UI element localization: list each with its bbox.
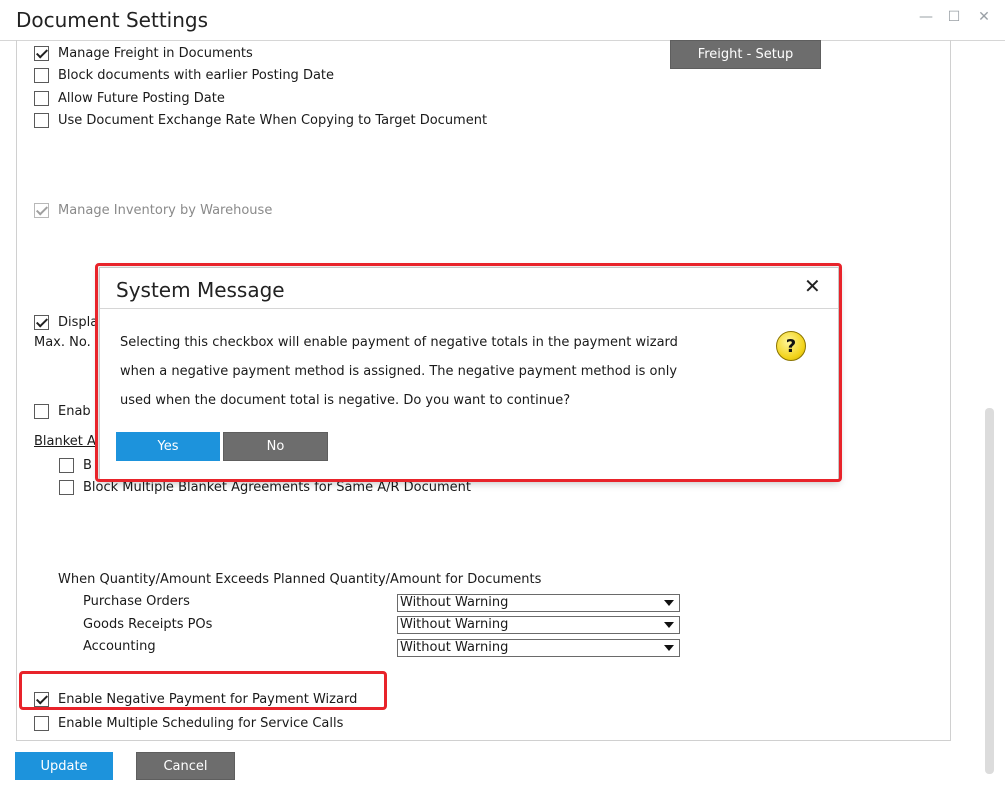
max-no-label: Max. No. (34, 335, 91, 350)
display-option[interactable]: Displa (34, 313, 98, 331)
system-message-dialog: System Message ✕ Selecting this checkbox… (99, 267, 839, 481)
block-multiple-blanket-checkbox[interactable] (59, 479, 74, 495)
manage-inventory-checkbox (34, 202, 49, 218)
use-doc-exchange-rate-checkbox[interactable] (34, 112, 49, 128)
enable-negative-payment-label: Enable Negative Payment for Payment Wiza… (58, 691, 358, 707)
purchase-orders-label: Purchase Orders (83, 594, 190, 609)
dialog-message: Selecting this checkbox will enable paym… (120, 328, 720, 415)
dialog-message-line: used when the document total is negative… (120, 393, 571, 408)
chevron-down-icon (664, 645, 674, 651)
blanket-agreement-heading: Blanket A (34, 434, 96, 449)
display-label: Displa (58, 314, 99, 330)
chevron-down-icon (664, 600, 674, 606)
vertical-scrollbar-thumb[interactable] (985, 408, 994, 774)
enable-label: Enab (58, 403, 91, 419)
allow-future-posting-option[interactable]: Allow Future Posting Date (34, 89, 225, 107)
enable-multiple-scheduling-option[interactable]: Enable Multiple Scheduling for Service C… (34, 714, 343, 732)
dialog-title: System Message (116, 278, 285, 302)
accounting-select-value: Without Warning (400, 640, 509, 655)
panel-border (950, 40, 951, 740)
display-checkbox[interactable] (34, 314, 49, 330)
goods-receipts-label: Goods Receipts POs (83, 617, 213, 632)
use-doc-exchange-rate-option[interactable]: Use Document Exchange Rate When Copying … (34, 111, 487, 129)
question-icon: ? (776, 331, 806, 361)
enable-option[interactable]: Enab (34, 402, 91, 420)
block-earlier-posting-checkbox[interactable] (34, 67, 49, 83)
manage-freight-option[interactable]: Manage Freight in Documents (34, 44, 253, 62)
window-title: Document Settings (16, 8, 209, 32)
manage-freight-checkbox[interactable] (34, 45, 49, 61)
blanket-b-option[interactable]: B (59, 456, 92, 474)
manage-inventory-by-warehouse-option: Manage Inventory by Warehouse (34, 201, 272, 219)
dialog-message-line: Selecting this checkbox will enable paym… (120, 335, 678, 350)
allow-future-posting-checkbox[interactable] (34, 90, 49, 106)
maximize-icon[interactable]: ☐ (946, 8, 962, 26)
purchase-orders-select-value: Without Warning (400, 595, 509, 610)
accounting-select[interactable]: Without Warning (397, 639, 680, 657)
chevron-down-icon (664, 622, 674, 628)
blanket-b-checkbox[interactable] (59, 457, 74, 473)
allow-future-posting-label: Allow Future Posting Date (58, 90, 225, 106)
enable-negative-payment-option[interactable]: Enable Negative Payment for Payment Wiza… (34, 690, 357, 708)
manage-freight-label: Manage Freight in Documents (58, 45, 253, 61)
enable-checkbox[interactable] (34, 403, 49, 419)
manage-inventory-label: Manage Inventory by Warehouse (58, 202, 273, 218)
minimize-icon[interactable]: — (918, 8, 934, 26)
enable-multiple-scheduling-label: Enable Multiple Scheduling for Service C… (58, 715, 344, 731)
enable-negative-payment-checkbox[interactable] (34, 691, 49, 707)
dialog-divider (100, 308, 838, 309)
freight-setup-button[interactable]: Freight - Setup (670, 40, 821, 69)
enable-multiple-scheduling-checkbox[interactable] (34, 715, 49, 731)
close-window-icon[interactable]: ✕ (976, 8, 992, 26)
blanket-b-label: B (83, 457, 92, 473)
dialog-message-line: when a negative payment method is assign… (120, 364, 678, 379)
goods-receipts-select[interactable]: Without Warning (397, 616, 680, 634)
block-earlier-posting-option[interactable]: Block documents with earlier Posting Dat… (34, 66, 334, 84)
accounting-label: Accounting (83, 639, 156, 654)
goods-receipts-select-value: Without Warning (400, 617, 509, 632)
exceed-section-heading: When Quantity/Amount Exceeds Planned Qua… (58, 572, 542, 587)
purchase-orders-select[interactable]: Without Warning (397, 594, 680, 612)
block-earlier-posting-label: Block documents with earlier Posting Dat… (58, 67, 335, 83)
title-divider (0, 40, 1005, 41)
close-icon[interactable]: ✕ (804, 274, 821, 298)
panel-border (16, 740, 951, 741)
no-button[interactable]: No (223, 432, 328, 461)
block-multiple-blanket-label: Block Multiple Blanket Agreements for Sa… (83, 479, 472, 495)
panel-border (16, 40, 17, 740)
cancel-button[interactable]: Cancel (136, 752, 235, 780)
yes-button[interactable]: Yes (116, 432, 220, 461)
update-button[interactable]: Update (15, 752, 113, 780)
use-doc-exchange-rate-label: Use Document Exchange Rate When Copying … (58, 112, 488, 128)
